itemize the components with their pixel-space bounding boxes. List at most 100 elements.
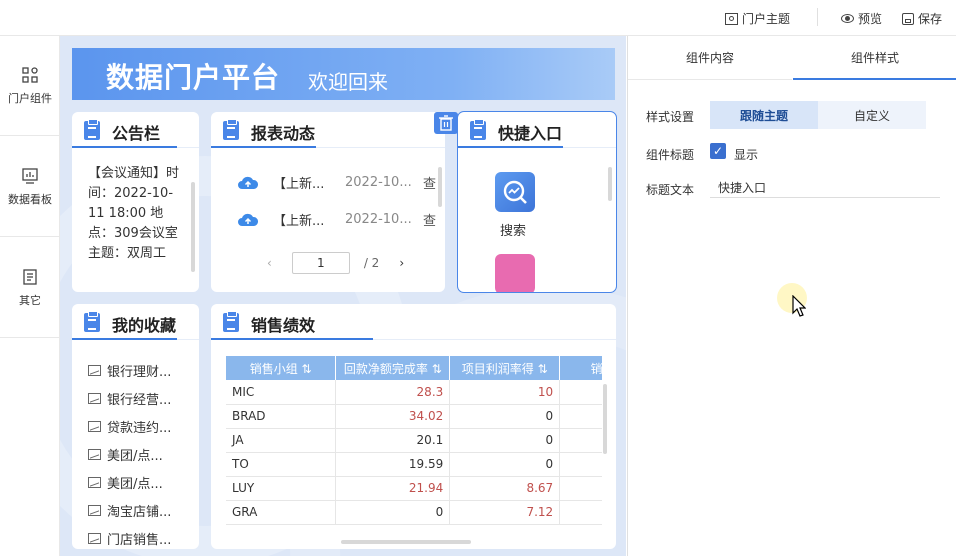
vertical-scrollbar[interactable]	[603, 384, 607, 454]
style-setting-label: 样式设置	[646, 110, 695, 124]
title-text-input[interactable]: 快捷入口	[710, 176, 940, 198]
column-header[interactable]: 销售小组 ⇅	[226, 356, 337, 380]
line-chart-icon	[88, 420, 101, 432]
list-item[interactable]: 【上新... 2022-10... 查	[237, 209, 436, 229]
notice-card[interactable]: 公告栏 【会议通知】时间：2022-10-11 18:00 地点：309会议室 …	[72, 112, 199, 292]
sort-icon[interactable]: ⇅	[538, 362, 548, 376]
cloud-upload-icon	[238, 213, 259, 226]
cell-extra	[559, 428, 602, 453]
save-button[interactable]: 保存	[902, 10, 942, 27]
cloud-upload-icon	[238, 176, 259, 189]
divider	[817, 8, 818, 26]
table-row[interactable]: JA 20.1 0	[226, 428, 602, 453]
scrollbar[interactable]	[608, 167, 612, 201]
tab-label: 组件内容	[685, 51, 734, 65]
column-header[interactable]: 项目利润率得 ⇅	[449, 356, 561, 380]
cell-profit: 0	[449, 428, 561, 453]
follow-theme-option[interactable]: 跟随主题	[710, 101, 818, 129]
cell-profit: 0	[449, 452, 561, 477]
page-total: / 2	[363, 256, 380, 270]
favorite-label: 贷款违约...	[107, 420, 172, 436]
view-link[interactable]: 查	[423, 210, 436, 229]
favorites-card[interactable]: 我的收藏 银行理财... 银行经营... 贷款违约... 美团/点... 美团/…	[72, 304, 199, 549]
list-item[interactable]: 美团/点...	[88, 468, 171, 496]
search-chart-icon	[503, 180, 527, 204]
column-header[interactable]: 销售	[559, 356, 602, 380]
custom-option[interactable]: 自定义	[818, 101, 926, 129]
table-body: MIC 28.3 10 BRAD 34.02 0 JA 20.1 0 TO 19.59 0 LUY 21.…	[226, 380, 602, 525]
list-item[interactable]: 【上新... 2022-10... 查	[237, 172, 436, 192]
report-date: 2022-10...	[345, 211, 412, 227]
component-title-label: 组件标题	[646, 148, 695, 162]
list-item[interactable]: 贷款违约...	[88, 412, 171, 440]
list-item[interactable]: 门店销售...	[88, 524, 171, 549]
report-name: 【上新...	[273, 176, 325, 192]
banner[interactable]: 数据门户平台 欢迎回来	[72, 48, 615, 100]
report-date: 2022-10...	[345, 174, 412, 190]
title-text-label: 标题文本	[646, 183, 695, 197]
show-title-checkbox[interactable]: ✓	[710, 143, 726, 159]
list-item[interactable]: 银行经营...	[88, 384, 171, 412]
sales-card[interactable]: 销售绩效 销售小组 ⇅ 回款净额完成率 ⇅ 项目利润率得 ⇅ 销售 MIC28.…	[211, 304, 616, 549]
horizontal-scrollbar[interactable]	[341, 540, 471, 544]
quick-entry-card[interactable]: 快捷入口 搜索	[457, 111, 617, 293]
clipboard-icon	[470, 119, 486, 140]
sidebar-item-label: 其它	[19, 293, 41, 307]
card-header: 我的收藏	[72, 304, 199, 340]
list-item[interactable]: 美团/点...	[88, 440, 171, 468]
prev-page-icon[interactable]: ‹	[267, 256, 272, 270]
calendar-shortcut-icon[interactable]	[495, 254, 535, 292]
sidebar-item-label: 门户组件	[8, 91, 52, 105]
cell-group: LUY	[226, 476, 337, 501]
cell-extra	[559, 380, 602, 405]
title-underline	[211, 146, 316, 148]
scrollbar[interactable]	[438, 167, 442, 207]
favorite-label: 淘宝店铺...	[107, 504, 172, 520]
tab-component-content[interactable]: 组件内容	[628, 36, 792, 80]
list-item[interactable]: 银行理财...	[88, 356, 171, 384]
list-item[interactable]: 淘宝店铺...	[88, 496, 171, 524]
table-row[interactable]: BRAD 34.02 0	[226, 404, 602, 429]
tab-component-style[interactable]: 组件样式	[793, 36, 956, 80]
sidebar-item-other[interactable]: 其它	[0, 238, 60, 338]
table-row[interactable]: LUY 21.94 8.67	[226, 476, 602, 501]
sort-icon[interactable]: ⇅	[302, 362, 312, 376]
components-icon	[22, 66, 38, 83]
cell-profit: 7.12	[449, 500, 561, 525]
mouse-cursor-icon	[792, 295, 806, 317]
sales-table-wrapper: 销售小组 ⇅ 回款净额完成率 ⇅ 项目利润率得 ⇅ 销售 MIC28.310BR…	[226, 356, 602, 536]
search-shortcut-icon[interactable]	[495, 172, 535, 212]
report-card[interactable]: 报表动态 【上新... 2022-10... 查 【上新... 2022-10.…	[211, 112, 445, 292]
table-row[interactable]: GRA 0 7.12	[226, 500, 602, 525]
cell-extra	[559, 500, 602, 525]
cell-group: TO	[226, 452, 337, 477]
cell-rate: 20.1	[335, 428, 451, 453]
sidebar-item-dashboard[interactable]: 数据看板	[0, 137, 60, 237]
clipboard-icon	[84, 311, 100, 332]
view-link[interactable]: 查	[423, 173, 436, 192]
shortcut-label[interactable]: 搜索	[500, 220, 526, 239]
next-page-icon[interactable]: ›	[399, 256, 404, 270]
scrollbar[interactable]	[191, 182, 195, 272]
favorites-list: 银行理财... 银行经营... 贷款违约... 美团/点... 美团/点... …	[88, 356, 171, 549]
table-row[interactable]: MIC 28.3 10	[226, 380, 602, 405]
sort-icon[interactable]: ⇅	[432, 362, 442, 376]
preview-button[interactable]: 预览	[841, 10, 882, 27]
card-header: 快捷入口	[458, 112, 616, 148]
delete-button[interactable]	[434, 112, 458, 134]
pagination: ‹ 1 / 2 ›	[267, 252, 404, 274]
column-header[interactable]: 回款净额完成率 ⇅	[335, 356, 451, 380]
cell-profit: 8.67	[449, 476, 561, 501]
card-title: 快捷入口	[498, 124, 563, 143]
portal-theme-button[interactable]: 门户主题	[725, 10, 790, 27]
theme-icon	[725, 12, 738, 25]
card-header: 销售绩效	[211, 304, 616, 340]
line-chart-icon	[88, 532, 101, 544]
sidebar-item-components[interactable]: 门户组件	[0, 36, 60, 136]
cell-rate: 28.3	[335, 380, 451, 405]
report-name: 【上新...	[273, 213, 325, 229]
card-title: 我的收藏	[112, 316, 177, 335]
table-row[interactable]: TO 19.59 0	[226, 452, 602, 477]
page-input[interactable]: 1	[291, 252, 350, 274]
favorite-label: 美团/点...	[107, 448, 163, 464]
